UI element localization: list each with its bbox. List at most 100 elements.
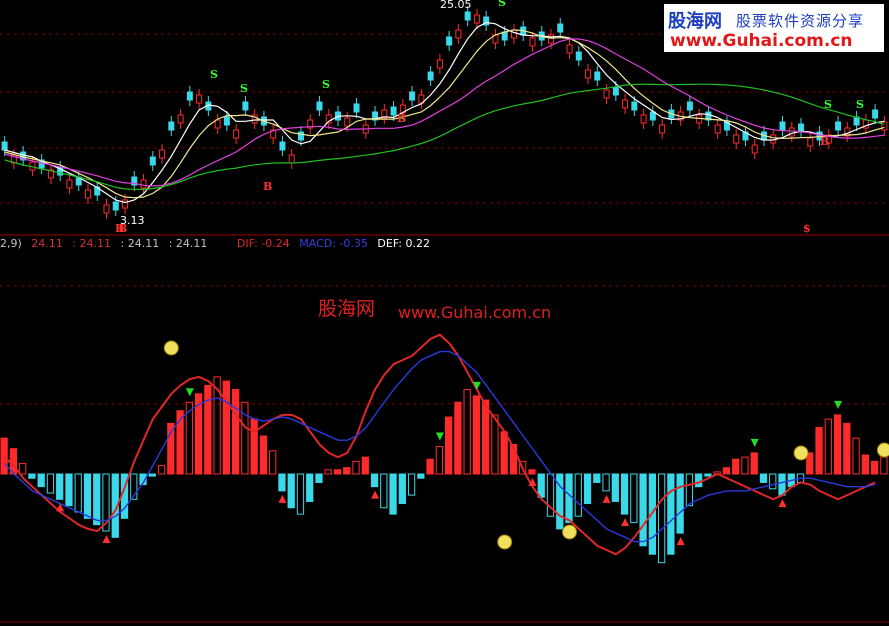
macd-bar — [259, 435, 268, 475]
macd-bar — [667, 473, 675, 555]
candle-body — [872, 109, 879, 119]
candle-body — [140, 179, 147, 189]
macd-bar — [287, 473, 295, 509]
low-price-label: 3.13 — [120, 214, 145, 227]
macd-bar — [870, 460, 879, 475]
ma10-line — [4, 29, 885, 199]
signal-arrow — [278, 494, 287, 503]
candle-body — [751, 144, 758, 154]
candle-body — [288, 154, 295, 164]
macd-bar — [93, 473, 101, 526]
candle-body — [279, 141, 286, 151]
macd-bar — [0, 437, 8, 475]
signal-label-b: B — [263, 180, 272, 193]
macd-bar — [343, 467, 351, 475]
macd-bar — [250, 418, 258, 475]
watermark-cn: 股海网 — [318, 298, 376, 320]
macd-bar — [463, 389, 471, 475]
candle-body — [344, 117, 351, 127]
macd-bar — [722, 467, 731, 475]
signal-label-s: S — [240, 82, 248, 95]
macd-bar — [833, 414, 842, 475]
macd-bar — [361, 456, 369, 475]
macd-bar — [269, 450, 277, 475]
macd-bar — [620, 473, 629, 515]
candle-body — [177, 114, 184, 124]
macd-bar — [454, 401, 462, 475]
candle-body — [122, 199, 129, 209]
dif-line — [3, 333, 876, 556]
logo-tagline: 股票软件资源分享 — [736, 12, 865, 30]
candle-body — [575, 51, 582, 61]
signal-arrow — [778, 499, 787, 508]
macd-bar — [232, 389, 240, 475]
candle-body — [612, 86, 619, 96]
candle-body — [594, 71, 601, 81]
candle-body — [214, 119, 221, 129]
candle-body — [353, 103, 360, 113]
macd-bar — [843, 422, 851, 475]
candle-body — [168, 121, 175, 131]
macd-bar — [565, 473, 573, 524]
signal-arrow — [185, 388, 194, 397]
macd-bar — [296, 473, 305, 515]
candle-body — [473, 14, 480, 24]
macd-bar — [861, 454, 869, 475]
candle-body — [66, 179, 73, 189]
candle-body — [233, 129, 240, 139]
macd-bar — [750, 452, 758, 475]
candle-body — [585, 69, 592, 79]
macd-bar — [732, 458, 740, 475]
macd-bar — [445, 416, 453, 475]
macd-bar — [74, 473, 82, 513]
candle-body — [733, 134, 740, 144]
candle-body — [223, 116, 230, 126]
macd-bar — [19, 462, 27, 475]
param-label: 2,9) — [0, 237, 22, 250]
macd-bar — [824, 418, 832, 475]
signal-label-s: S — [824, 98, 832, 111]
logo-brand: 股海网 — [668, 11, 722, 32]
macd-bar — [370, 473, 379, 488]
candle-body — [529, 37, 536, 47]
macd-bar — [37, 473, 45, 488]
macd-bar — [685, 473, 694, 507]
dif-readout: DIF: -0.24 — [236, 237, 290, 250]
candle-body — [631, 101, 638, 111]
signal-label-b: B — [820, 135, 829, 148]
candle-body — [242, 101, 249, 111]
macd-bar — [583, 473, 592, 505]
macd-bar — [167, 422, 175, 475]
macd-bar — [741, 456, 749, 475]
candle-body — [686, 101, 693, 111]
value-1: 24.11 — [31, 237, 63, 250]
candle-body — [501, 31, 508, 41]
value-3: : 24.11 — [120, 237, 160, 250]
candle-body — [427, 71, 434, 81]
candle-body — [807, 137, 814, 147]
ma20-line — [4, 38, 885, 187]
signal-arrow — [602, 494, 611, 503]
candle-body — [557, 23, 564, 33]
site-logo: 股海网 股票软件资源分享 www.Guhai.com.cn — [664, 4, 884, 52]
candle-body — [881, 121, 888, 131]
macd-bar — [593, 473, 601, 483]
candle-body — [84, 189, 91, 199]
candle-body — [566, 44, 573, 54]
signal-label-s: S — [498, 0, 506, 9]
macd-bar — [769, 473, 777, 490]
macd-bar — [639, 473, 647, 547]
candle-body — [436, 59, 443, 69]
candle-body — [714, 124, 721, 134]
macd-bar — [28, 473, 36, 479]
macd-bar — [222, 380, 231, 475]
macd-bar — [472, 395, 481, 475]
signal-label-$: $ — [803, 222, 811, 235]
signal-arrow — [102, 535, 111, 543]
candle-body — [659, 124, 666, 134]
smiley-marker — [562, 524, 578, 540]
macd-bar — [657, 473, 666, 564]
def-readout: DEF: 0.22 — [377, 237, 430, 250]
macd-bar — [46, 473, 55, 494]
candle-body — [316, 101, 323, 111]
